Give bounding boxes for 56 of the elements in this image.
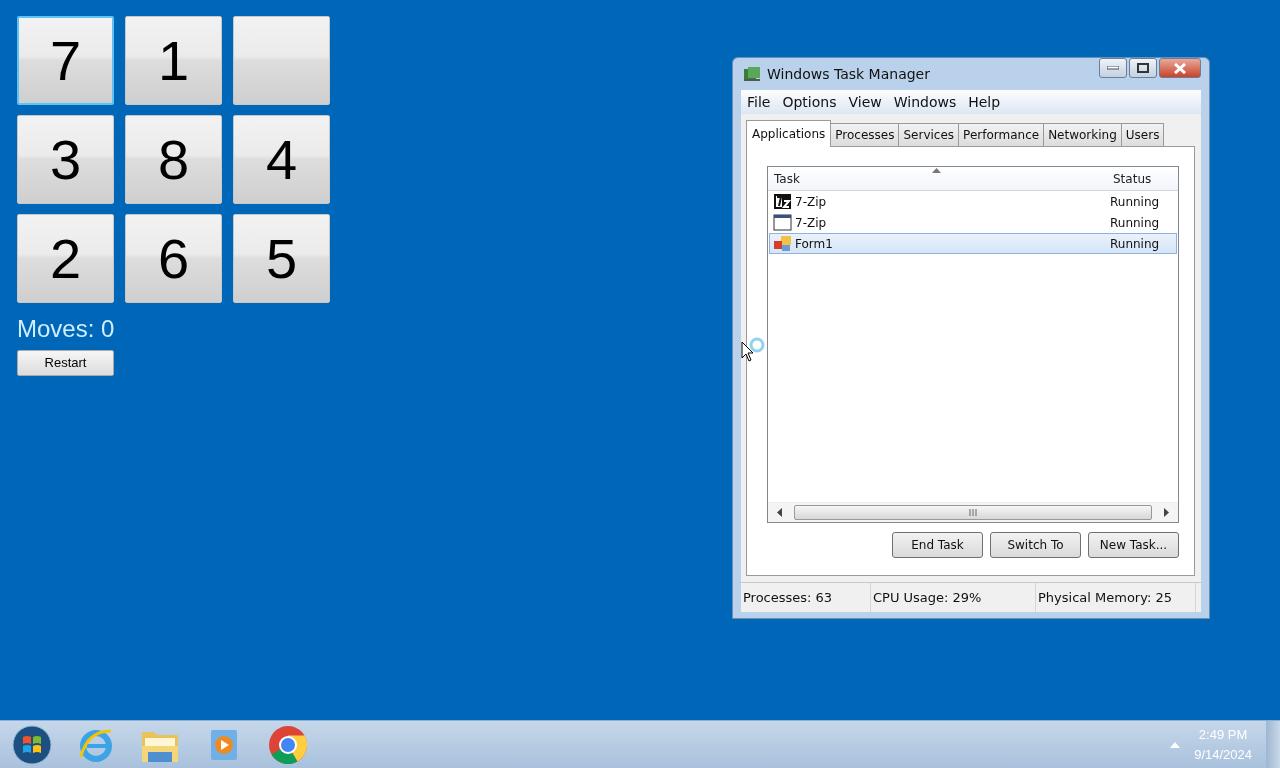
clock-time: 2:49 PM bbox=[1197, 726, 1249, 744]
status-field: Physical Memory: 25 bbox=[1036, 583, 1196, 612]
column-header[interactable]: Task bbox=[768, 170, 1107, 190]
tab[interactable]: Performance bbox=[958, 123, 1045, 146]
menu-item[interactable]: Help bbox=[962, 91, 1007, 113]
tab[interactable]: Users bbox=[1120, 123, 1165, 146]
puzzle-tile[interactable]: 3 bbox=[17, 115, 114, 204]
tab[interactable]: Networking bbox=[1043, 123, 1122, 146]
show-hidden-icons-icon[interactable] bbox=[1170, 741, 1181, 748]
dialog-button[interactable]: New Task... bbox=[1088, 532, 1179, 558]
maximize-icon bbox=[1137, 63, 1149, 73]
minimize-icon bbox=[1107, 66, 1119, 70]
close-icon bbox=[1174, 62, 1186, 74]
puzzle-tile[interactable]: 6 bbox=[125, 214, 222, 303]
dialog-button[interactable]: Switch To bbox=[990, 532, 1081, 558]
archive-app-icon bbox=[773, 193, 792, 210]
menu-item[interactable]: View bbox=[842, 91, 888, 113]
puzzle-tile[interactable]: 1 bbox=[125, 16, 222, 105]
close-button[interactable] bbox=[1159, 58, 1201, 78]
task-name: 7-Zip bbox=[795, 214, 828, 232]
app-icon bbox=[743, 66, 761, 82]
tab[interactable]: Applications bbox=[746, 120, 832, 147]
puzzle-tile[interactable]: 5 bbox=[233, 214, 330, 303]
menu-item[interactable]: Options bbox=[776, 91, 843, 113]
moves-counter: Moves: 0 bbox=[17, 315, 116, 344]
task-status: Running bbox=[1110, 235, 1161, 253]
column-header[interactable]: Status bbox=[1107, 170, 1178, 190]
menu-item[interactable]: File bbox=[741, 91, 777, 113]
form-app-icon bbox=[773, 235, 792, 252]
task-name: 7-Zip bbox=[795, 193, 828, 211]
maximize-button[interactable] bbox=[1129, 58, 1157, 78]
task-row[interactable]: 7-Zip Running bbox=[769, 212, 1177, 233]
puzzle-tile[interactable]: 4 bbox=[233, 115, 330, 204]
puzzle-tile[interactable]: 2 bbox=[17, 214, 114, 303]
blank-tile[interactable] bbox=[233, 16, 330, 105]
horizontal-scrollbar[interactable] bbox=[768, 502, 1178, 522]
restart-button[interactable]: Restart bbox=[17, 349, 114, 376]
task-row[interactable]: Form1 Running bbox=[769, 233, 1177, 254]
task-status: Running bbox=[1110, 193, 1161, 211]
status-field: CPU Usage: 29% bbox=[871, 583, 1036, 612]
task-name: Form1 bbox=[795, 235, 834, 253]
status-field: Processes: 63 bbox=[741, 583, 871, 612]
minimize-button[interactable] bbox=[1099, 58, 1127, 78]
tab[interactable]: Processes bbox=[830, 123, 900, 146]
menu-item[interactable]: Windows bbox=[887, 91, 963, 113]
sort-arrow-icon bbox=[932, 168, 941, 173]
dialog-button[interactable]: End Task bbox=[892, 532, 983, 558]
window-icon bbox=[773, 214, 792, 231]
puzzle-tile[interactable]: 7 bbox=[17, 16, 114, 105]
puzzle-tile[interactable]: 8 bbox=[125, 115, 222, 204]
window-title: Windows Task Manager bbox=[767, 64, 930, 84]
clock-date: 9/14/2024 bbox=[1194, 745, 1252, 764]
task-row[interactable]: 7-Zip Running bbox=[769, 191, 1177, 212]
tab[interactable]: Services bbox=[898, 123, 960, 146]
scroll-thumb[interactable] bbox=[794, 505, 1152, 520]
task-status: Running bbox=[1110, 214, 1161, 232]
